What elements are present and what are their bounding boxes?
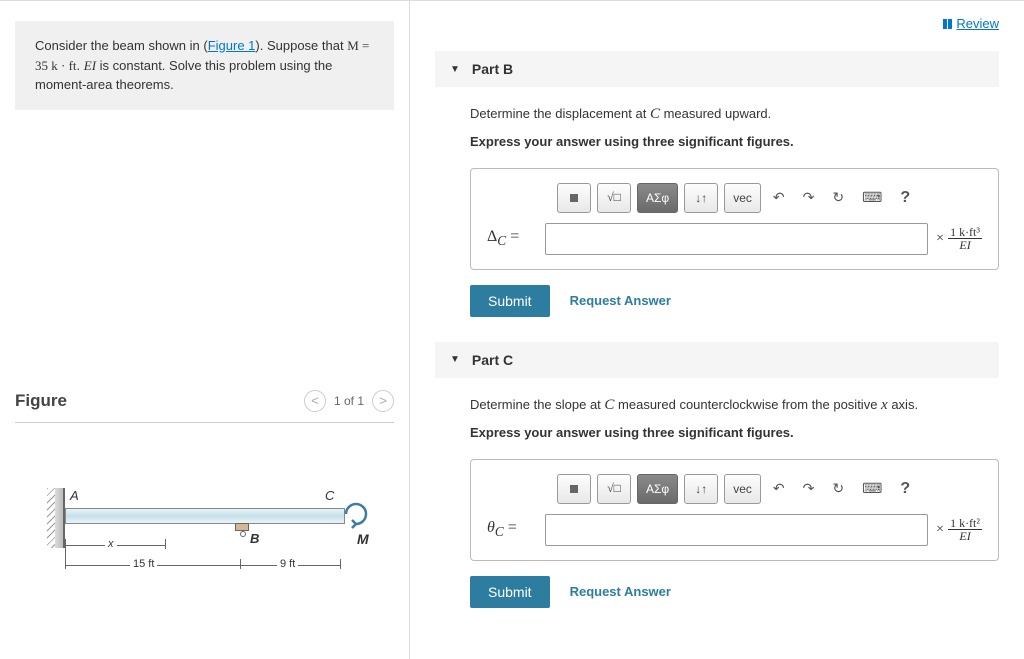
part-b-submit-button[interactable]: Submit	[470, 285, 550, 317]
subscript-button[interactable]: ↓↑	[684, 183, 718, 213]
keyboard-button[interactable]: ⌨	[856, 475, 888, 502]
part-b-instruction: Determine the displacement at C measured…	[470, 102, 999, 126]
review-link[interactable]: Review	[943, 16, 999, 31]
part-c-input[interactable]	[545, 514, 928, 546]
help-button[interactable]: ?	[894, 184, 916, 212]
moment-arrow-icon	[340, 498, 372, 530]
part-c-instruction: Determine the slope at C measured counte…	[470, 393, 999, 417]
ei-text: EI	[84, 58, 96, 73]
dim-9-label: 9 ft	[277, 558, 298, 570]
figure-next-button[interactable]: >	[372, 390, 394, 412]
vec-button[interactable]: vec	[724, 183, 761, 213]
moment-label: M	[357, 531, 369, 547]
problem-statement: Consider the beam shown in (Figure 1). S…	[15, 21, 394, 110]
part-c-title: Part C	[472, 352, 513, 368]
part-c-express: Express your answer using three signific…	[470, 423, 999, 444]
roller-support	[235, 523, 249, 531]
reset-button[interactable]: ↻	[826, 475, 850, 502]
theta-c-label: θC =	[487, 519, 537, 540]
figure-diagram: A B C M x 15 ft 9 ft	[35, 483, 374, 603]
part-c-submit-button[interactable]: Submit	[470, 576, 550, 608]
greek-button[interactable]: ΑΣφ	[637, 474, 678, 504]
figure-prev-button[interactable]: <	[304, 390, 326, 412]
part-b-units: × 1 k·ft³EI	[936, 226, 982, 251]
part-b-toolbar: √□ ΑΣφ ↓↑ vec ↶ ↷ ↻ ⌨ ?	[557, 183, 982, 213]
figure-title: Figure	[15, 391, 67, 411]
point-c-label: C	[325, 488, 334, 503]
part-c-body: Determine the slope at C measured counte…	[435, 378, 999, 608]
beam	[65, 508, 345, 524]
dim-15-label: 15 ft	[130, 558, 157, 570]
problem-text: ). Suppose that	[255, 38, 347, 53]
part-b-body: Determine the displacement at C measured…	[435, 87, 999, 317]
part-b-request-answer[interactable]: Request Answer	[570, 293, 671, 308]
keyboard-button[interactable]: ⌨	[856, 184, 888, 211]
figure-section: Figure < 1 of 1 > A B C M	[0, 390, 409, 603]
template-button[interactable]	[557, 183, 591, 213]
collapse-icon[interactable]: ▼	[450, 354, 460, 365]
redo-button[interactable]: ↷	[797, 184, 821, 211]
part-c-units: × 1 k·ft²EI	[936, 517, 982, 542]
help-button[interactable]: ?	[894, 475, 916, 503]
part-b-express: Express your answer using three signific…	[470, 132, 999, 153]
delta-c-label: ΔC =	[487, 228, 537, 249]
figure-counter: 1 of 1	[334, 394, 364, 408]
part-b-answer-box: √□ ΑΣφ ↓↑ vec ↶ ↷ ↻ ⌨ ? ΔC = × 1 k·ft³EI	[470, 168, 999, 270]
part-b-input[interactable]	[545, 223, 928, 255]
point-b-label: B	[250, 531, 259, 546]
point-a-label: A	[70, 488, 79, 503]
part-b-title: Part B	[472, 61, 513, 77]
vec-button[interactable]: vec	[724, 474, 761, 504]
problem-text: Consider the beam shown in (	[35, 38, 208, 53]
review-icon	[943, 19, 952, 29]
undo-button[interactable]: ↶	[767, 184, 791, 211]
fraction-button[interactable]: √□	[597, 474, 631, 504]
figure-link[interactable]: Figure 1	[208, 38, 256, 53]
greek-button[interactable]: ΑΣφ	[637, 183, 678, 213]
redo-button[interactable]: ↷	[797, 475, 821, 502]
collapse-icon[interactable]: ▼	[450, 64, 460, 75]
fraction-button[interactable]: √□	[597, 183, 631, 213]
dim-x-label: x	[105, 538, 117, 550]
template-button[interactable]	[557, 474, 591, 504]
right-panel: Review ▼ Part B Determine the displaceme…	[410, 1, 1024, 659]
subscript-button[interactable]: ↓↑	[684, 474, 718, 504]
part-c-toolbar: √□ ΑΣφ ↓↑ vec ↶ ↷ ↻ ⌨ ?	[557, 474, 982, 504]
reset-button[interactable]: ↻	[826, 184, 850, 211]
part-c-request-answer[interactable]: Request Answer	[570, 584, 671, 599]
part-c-header: ▼ Part C	[435, 342, 999, 378]
part-b-header: ▼ Part B	[435, 51, 999, 87]
wall-support	[55, 488, 65, 548]
part-c-answer-box: √□ ΑΣφ ↓↑ vec ↶ ↷ ↻ ⌨ ? θC = × 1 k·ft²EI	[470, 459, 999, 561]
undo-button[interactable]: ↶	[767, 475, 791, 502]
left-panel: Consider the beam shown in (Figure 1). S…	[0, 1, 410, 659]
